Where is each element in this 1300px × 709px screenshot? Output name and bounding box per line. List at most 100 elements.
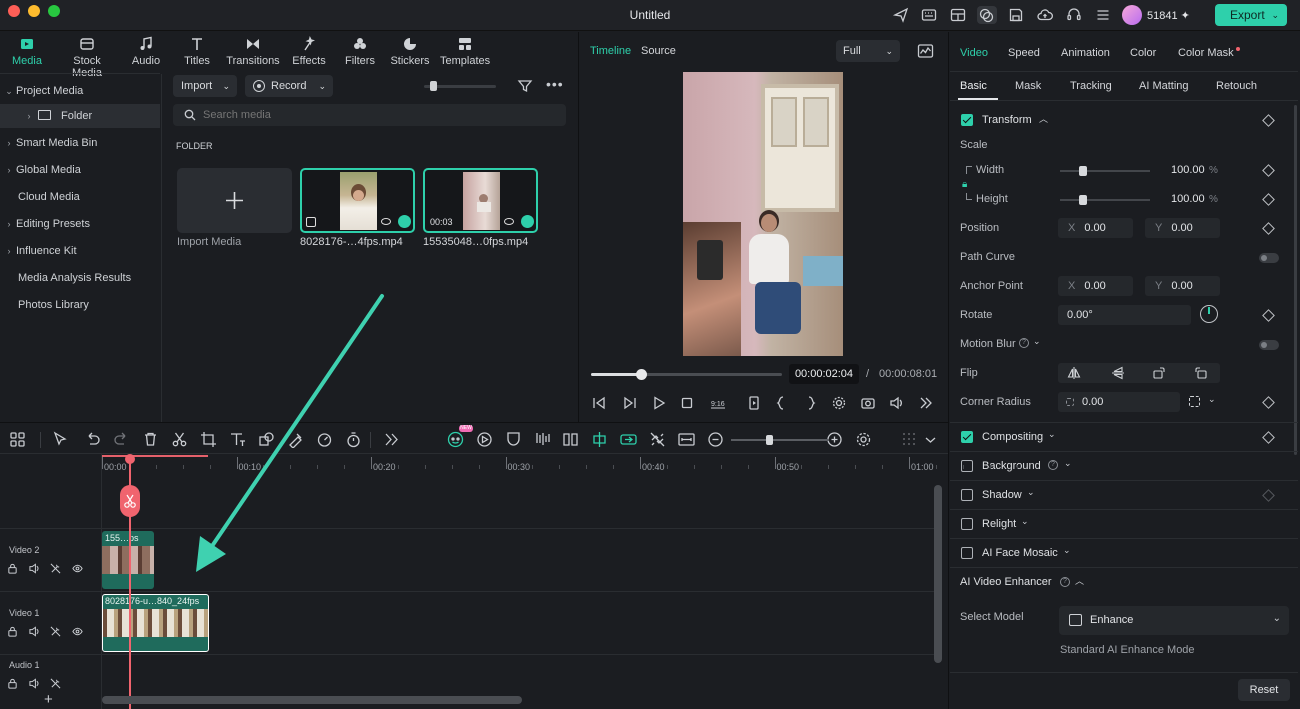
- chevron-down-icon[interactable]: ⌄: [1208, 394, 1216, 405]
- undo-icon[interactable]: [84, 431, 102, 449]
- chevron-up-icon[interactable]: ︿: [1075, 574, 1084, 587]
- flip-vertical-icon[interactable]: [1111, 366, 1125, 380]
- lock-icon[interactable]: 🔒︎: [962, 179, 967, 190]
- lock-track-icon[interactable]: [7, 563, 19, 575]
- tab-effects[interactable]: Effects: [291, 36, 327, 67]
- thumbnail-size-slider[interactable]: [424, 81, 496, 91]
- corner-radius-field[interactable]: 0.00: [1058, 392, 1180, 412]
- position-y-field[interactable]: Y 0.00: [1145, 218, 1220, 238]
- tab-transitions[interactable]: Transitions: [226, 36, 280, 67]
- export-button[interactable]: Export ⌄: [1215, 4, 1287, 26]
- volume-icon[interactable]: [889, 395, 905, 411]
- tab-stickers[interactable]: Stickers: [390, 36, 430, 67]
- corner-mode-icon[interactable]: [1189, 396, 1200, 407]
- audio-stretch-icon[interactable]: [534, 431, 552, 449]
- keyboard-icon[interactable]: [920, 6, 940, 24]
- mark-out-icon[interactable]: [803, 395, 819, 411]
- tab-animation[interactable]: Animation: [1061, 47, 1110, 59]
- split-playhead-button[interactable]: [120, 485, 140, 517]
- media-item[interactable]: [300, 168, 415, 233]
- slider-handle[interactable]: [430, 81, 437, 91]
- sidebar-item-folder[interactable]: › Folder: [0, 104, 160, 128]
- width-value[interactable]: 100.00: [1171, 164, 1205, 176]
- sidebar-item-media-analysis-results[interactable]: Media Analysis Results: [0, 266, 160, 290]
- filter-icon[interactable]: [517, 78, 533, 94]
- subtab-ai-matting[interactable]: AI Matting: [1139, 80, 1189, 92]
- tab-color[interactable]: Color: [1130, 47, 1156, 59]
- search-media-box[interactable]: [173, 104, 566, 126]
- tab-titles[interactable]: Titles: [182, 36, 212, 67]
- mark-in-icon[interactable]: [773, 395, 789, 411]
- next-frame-icon[interactable]: [622, 395, 638, 411]
- path-curve-toggle[interactable]: [1259, 253, 1279, 263]
- layout-grid-icon[interactable]: [9, 431, 27, 449]
- ai-mate-icon[interactable]: [447, 431, 465, 449]
- media-item[interactable]: 00:03: [423, 168, 538, 233]
- search-media-input[interactable]: [203, 106, 543, 124]
- compositing-checkbox[interactable]: [961, 431, 973, 443]
- chevron-down-icon[interactable]: ⌄: [1033, 336, 1041, 347]
- tab-filters[interactable]: Filters: [344, 36, 376, 67]
- slider-handle[interactable]: [1079, 166, 1087, 176]
- anchor-y-field[interactable]: Y 0.00: [1145, 276, 1220, 296]
- relight-checkbox[interactable]: [961, 518, 973, 530]
- auto-ripple-icon[interactable]: [620, 431, 638, 449]
- sidebar-item-project-media[interactable]: ⌄ Project Media: [0, 79, 160, 103]
- tab-video[interactable]: Video: [960, 47, 988, 59]
- tab-audio[interactable]: Audio: [131, 36, 161, 67]
- auto-reframe-icon[interactable]: [476, 431, 494, 449]
- timeline-settings-icon[interactable]: [855, 431, 873, 449]
- rotate-dial-icon[interactable]: [1200, 305, 1218, 323]
- render-preview-icon[interactable]: [746, 395, 762, 411]
- hide-effects-icon[interactable]: [50, 626, 62, 638]
- rotate-field[interactable]: 0.00°: [1058, 305, 1191, 325]
- hide-effects-icon[interactable]: [50, 563, 62, 575]
- snapshot-icon[interactable]: [860, 395, 876, 411]
- motion-blur-toggle[interactable]: [1259, 340, 1279, 350]
- visibility-eye-icon[interactable]: [71, 626, 84, 638]
- send-icon[interactable]: [892, 6, 912, 24]
- flip-horizontal-icon[interactable]: [1067, 366, 1081, 380]
- aspect-ratio-icon[interactable]: 9:16: [710, 395, 726, 411]
- chevron-down-icon[interactable]: [922, 431, 940, 449]
- more-options-icon[interactable]: •••: [546, 76, 564, 92]
- layout-icon[interactable]: [949, 6, 969, 24]
- timeline-vertical-scrollbar[interactable]: [934, 485, 942, 663]
- import-media-tile[interactable]: [177, 168, 292, 233]
- tab-templates[interactable]: Templates: [440, 36, 490, 67]
- sidebar-item-editing-presets[interactable]: › Editing Presets: [0, 212, 160, 236]
- sidebar-item-photos-library[interactable]: Photos Library: [0, 293, 160, 317]
- chevron-down-icon[interactable]: ⌄: [1064, 458, 1072, 469]
- sidebar-item-influence-kit[interactable]: › Influence Kit: [0, 239, 160, 263]
- shadow-checkbox[interactable]: [961, 489, 973, 501]
- split-screen-icon[interactable]: [562, 431, 580, 449]
- select-tool-icon[interactable]: [52, 431, 70, 449]
- preview-settings-icon[interactable]: [831, 395, 847, 411]
- clip-video-2[interactable]: 155…ps: [102, 531, 154, 589]
- playback-progress[interactable]: [591, 369, 782, 380]
- snap-icon[interactable]: [591, 431, 609, 449]
- height-slider[interactable]: [1060, 195, 1150, 205]
- help-icon[interactable]: ?: [1048, 460, 1058, 470]
- hide-effects-icon[interactable]: [50, 678, 62, 690]
- record-dropdown[interactable]: Record ⌄: [245, 75, 333, 97]
- properties-scrollbar[interactable]: [1294, 105, 1297, 455]
- tab-source[interactable]: Source: [641, 45, 676, 57]
- play-icon[interactable]: [651, 395, 667, 411]
- playhead-handle[interactable]: [125, 454, 135, 464]
- sidebar-item-global-media[interactable]: › Global Media: [0, 158, 160, 182]
- chevron-down-icon[interactable]: ⌄: [1048, 429, 1056, 440]
- lock-track-icon[interactable]: [7, 626, 19, 638]
- chevron-down-icon[interactable]: ⌄: [1063, 545, 1071, 556]
- width-slider[interactable]: [1060, 166, 1150, 176]
- mute-icon[interactable]: [28, 563, 41, 575]
- progress-handle[interactable]: [635, 369, 647, 380]
- transform-checkbox[interactable]: [961, 114, 973, 126]
- redo-icon[interactable]: [113, 431, 131, 449]
- slider-handle[interactable]: [1079, 195, 1087, 205]
- zoom-slider[interactable]: [731, 435, 829, 445]
- height-value[interactable]: 100.00: [1171, 193, 1205, 205]
- subtab-basic[interactable]: Basic: [960, 80, 987, 92]
- headset-toggle-icon[interactable]: [977, 6, 997, 24]
- lock-track-icon[interactable]: [7, 678, 19, 690]
